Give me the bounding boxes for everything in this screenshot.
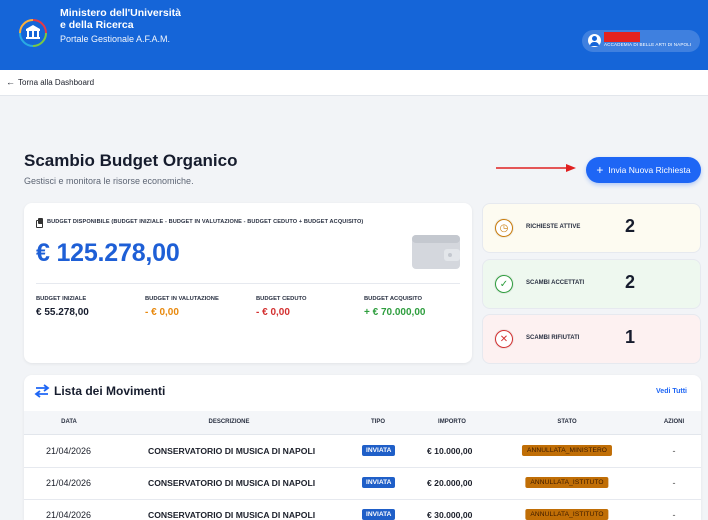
cell-actions: - [672,510,676,520]
type-badge: INVIATA [362,445,396,456]
type-badge: INVIATA [362,509,396,520]
wallet-icon [412,235,460,269]
cell-description: CONSERVATORIO DI MUSICA DI NAPOLI [148,446,316,456]
budget-divider [36,283,460,284]
budget-available-amount: € 125.278,00 [36,239,180,267]
movements-title: Lista dei Movimenti [34,384,165,398]
page-subtitle: Gestisci e monitora le risorse economich… [24,176,194,186]
new-request-label: Invia Nuova Richiesta [608,165,691,175]
budget-in-evaluation-label: BUDGET IN VALUTAZIONE [145,296,219,302]
ministry-name-line1: Ministero dell'Università [60,7,181,19]
col-type[interactable]: TIPO [371,419,385,425]
ministry-logo[interactable] [18,18,48,48]
red-arrow-annotation [496,164,576,172]
back-link-label: Torna alla Dashboard [18,78,95,87]
user-name-redacted [604,32,640,42]
cell-description: CONSERVATORIO DI MUSICA DI NAPOLI [148,478,316,488]
budget-initial: BUDGET INIZIALE € 55.278,00 [36,296,89,318]
status-badge: ANNULLATA_MINISTERO [521,445,613,456]
stat-active-requests[interactable]: ◷ RICHIESTE ATTIVE 2 [482,203,701,253]
type-badge: INVIATA [362,477,396,488]
budget-acquired-label: BUDGET ACQUISITO [364,296,422,302]
ministry-name-line2: e della Ricerca [60,19,134,31]
table-header: DATA DESCRIZIONE TIPO IMPORTO STATO AZIO… [24,411,701,435]
table-row[interactable]: 21/04/2026 CONSERVATORIO DI MUSICA DI NA… [24,436,701,468]
stat-label: SCAMBI RIFIUTATI [526,335,580,341]
brand-block: Ministero dell'Università e della Ricerc… [60,7,181,46]
user-menu[interactable]: ACCADEMIA DI BELLE ARTI DI NAPOLI [582,30,700,52]
col-actions[interactable]: AZIONI [664,419,684,425]
budget-transferred: BUDGET CEDUTO - € 0,00 [256,296,306,318]
stat-rejected-exchanges[interactable]: ✕ SCAMBI RIFIUTATI 1 [482,314,701,364]
budget-in-evaluation-value: - € 0,00 [145,307,179,318]
table-row[interactable]: 21/04/2026 CONSERVATORIO DI MUSICA DI NA… [24,468,701,500]
cell-amount: € 30.000,00 [427,510,473,520]
budget-initial-label: BUDGET INIZIALE [36,296,87,302]
col-status[interactable]: STATO [557,419,576,425]
budget-heading-label: BUDGET DISPONIBILE (BUDGET INIZIALE - BU… [47,219,364,225]
table-row[interactable]: 21/04/2026 CONSERVATORIO DI MUSICA DI NA… [24,500,701,520]
cell-amount: € 10.000,00 [427,446,473,456]
cell-amount: € 20.000,00 [427,478,473,488]
x-circle-icon: ✕ [495,330,513,348]
stat-label: SCAMBI ACCETTATI [526,280,585,286]
status-badge: ANNULLATA_ISTITUTO [525,509,609,520]
copy-icon [36,218,44,228]
plus-icon: + [596,163,604,177]
stat-count: 2 [625,216,636,236]
stat-label: RICHIESTE ATTIVE [526,224,581,230]
stat-accepted-exchanges[interactable]: ✓ SCAMBI ACCETTATI 2 [482,259,701,309]
page-title: Scambio Budget Organico [24,151,238,170]
status-badge: ANNULLATA_ISTITUTO [525,477,609,488]
swap-arrows-icon [34,384,50,398]
app-header: Ministero dell'Università e della Ricerc… [0,0,708,70]
check-circle-icon: ✓ [495,275,513,293]
cell-actions: - [672,478,676,488]
budget-heading: BUDGET DISPONIBILE (BUDGET INIZIALE - BU… [36,218,364,228]
col-amount[interactable]: IMPORTO [438,419,466,425]
budget-initial-value: € 55.278,00 [36,307,89,318]
budget-acquired-value: + € 70.000,00 [364,307,426,318]
new-request-button[interactable]: + Invia Nuova Richiesta [586,157,701,183]
budget-in-evaluation: BUDGET IN VALUTAZIONE - € 0,00 [145,296,219,318]
portal-name: Portale Gestionale A.F.A.M. [60,34,171,44]
cell-description: CONSERVATORIO DI MUSICA DI NAPOLI [148,510,316,520]
user-icon [588,34,601,47]
back-bar: ← Torna alla Dashboard [0,70,708,96]
clock-icon: ◷ [495,219,513,237]
stat-count: 2 [625,272,636,292]
budget-card: BUDGET DISPONIBILE (BUDGET INIZIALE - BU… [24,203,472,363]
movements-card: Lista dei Movimenti Vedi Tutti DATA DESC… [24,375,701,520]
movements-title-label: Lista dei Movimenti [54,384,166,398]
back-to-dashboard-link[interactable]: ← Torna alla Dashboard [6,77,95,88]
budget-transferred-label: BUDGET CEDUTO [256,296,307,302]
col-date[interactable]: DATA [61,419,77,425]
budget-transferred-value: - € 0,00 [256,307,290,318]
arrow-left-icon: ← [6,77,15,87]
cell-actions: - [672,446,676,456]
see-all-link[interactable]: Vedi Tutti [656,388,687,395]
user-institution: ACCADEMIA DI BELLE ARTI DI NAPOLI [604,42,692,47]
cell-date: 21/04/2026 [46,446,92,456]
budget-acquired: BUDGET ACQUISITO + € 70.000,00 [364,296,425,318]
cell-date: 21/04/2026 [46,510,92,520]
cell-date: 21/04/2026 [46,478,92,488]
stat-count: 1 [625,327,636,347]
col-description[interactable]: DESCRIZIONE [208,419,249,425]
